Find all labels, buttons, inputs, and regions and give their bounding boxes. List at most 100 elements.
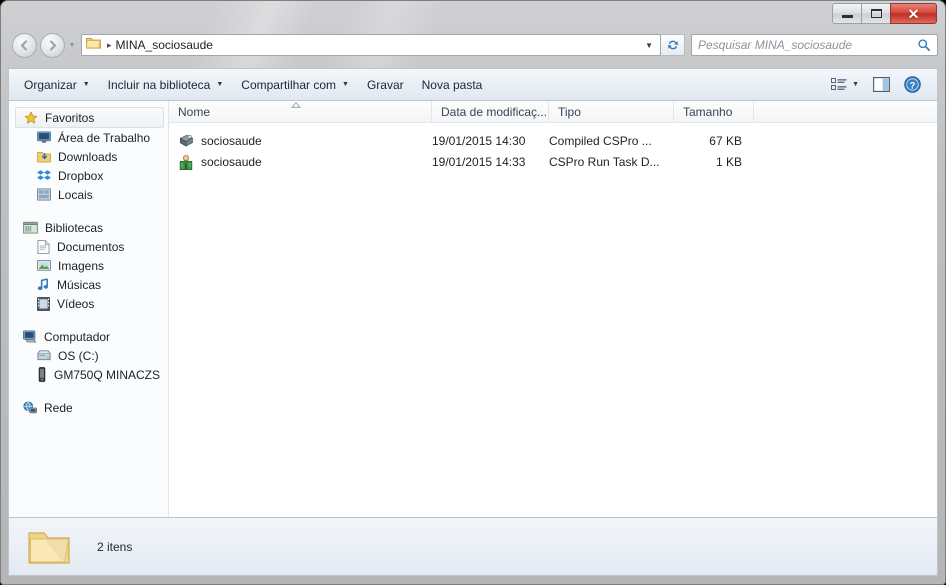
preview-pane-button[interactable] — [867, 74, 896, 95]
recent-pages-button[interactable]: ▼ — [65, 42, 79, 49]
sidebar-item-os-c[interactable]: OS (C:) — [9, 346, 168, 365]
folder-icon — [28, 531, 70, 564]
music-icon — [37, 277, 49, 290]
table-row[interactable]: sociosaude 19/01/2015 14:30 Compiled CSP… — [169, 130, 937, 151]
refresh-icon — [667, 40, 678, 50]
chevron-down-icon: ▼ — [216, 81, 224, 88]
dropbox-icon — [37, 170, 51, 180]
sidebar-item-computador[interactable]: Computador — [9, 327, 168, 346]
close-button[interactable]: ✕ — [890, 3, 937, 24]
minimize-icon — [841, 15, 853, 18]
sidebar-item-gm750q-minaczs[interactable]: GM750Q MINACZS — [9, 365, 168, 384]
folder-icon — [86, 36, 101, 54]
file-list-pane[interactable]: Nome Data de modificaç... Tipo Tamanho s… — [169, 101, 937, 517]
sidebar-item-documentos[interactable]: Documentos — [9, 237, 168, 256]
navigation-pane[interactable]: Favoritos Área de Trabalho Downloads Dro… — [9, 101, 169, 517]
search-box[interactable]: Pesquisar MINA_sociosaude — [691, 34, 938, 56]
desktop-icon — [37, 131, 51, 143]
network-icon — [23, 401, 37, 414]
sidebar-item-musicas[interactable]: Músicas — [9, 275, 168, 294]
svg-text:?: ? — [910, 80, 916, 91]
explorer-window: ✕ ▼ ▸ MINA_sociosaude ▼ Pesquisar MINA_s… — [0, 0, 946, 585]
sidebar-item-label: Computador — [44, 329, 111, 344]
column-header-tamanho[interactable]: Tamanho — [674, 101, 754, 122]
column-header-data-de-modificacao[interactable]: Data de modificaç... — [432, 101, 549, 122]
sort-ascending-icon — [291, 102, 301, 108]
sidebar-item-label: Rede — [44, 400, 73, 415]
sidebar-item-label: Imagens — [58, 258, 105, 273]
back-button[interactable] — [12, 32, 37, 58]
toolbar-button-organizar[interactable]: Organizar ▼ — [15, 74, 99, 96]
sidebar-item-dropbox[interactable]: Dropbox — [9, 166, 168, 185]
sidebar-item-rede[interactable]: Rede — [9, 398, 168, 417]
toolbar-button-compartilhar-com[interactable]: Compartilhar com ▼ — [232, 74, 358, 96]
table-row[interactable]: sociosaude 19/01/2015 14:33 CSPro Run Ta… — [169, 151, 937, 172]
close-icon: ✕ — [907, 5, 920, 22]
status-text: 2 itens — [97, 539, 133, 554]
toolbar-label: Nova pasta — [421, 77, 483, 92]
sidebar-item-label: Área de Trabalho — [58, 130, 151, 145]
harddisk-icon — [37, 350, 51, 361]
column-headers: Nome Data de modificaç... Tipo Tamanho — [169, 101, 937, 123]
pictures-icon — [37, 260, 51, 271]
sidebar-item-label: Bibliotecas — [45, 220, 104, 235]
sidebar-item-label: Vídeos — [57, 296, 95, 311]
file-rows: sociosaude 19/01/2015 14:30 Compiled CSP… — [169, 123, 937, 172]
toolbar-button-nova-pasta[interactable]: Nova pasta — [413, 74, 492, 96]
chevron-down-icon: ▼ — [342, 81, 349, 88]
toolbar-label: Incluir na biblioteca — [107, 77, 211, 92]
forward-button[interactable] — [40, 32, 65, 58]
back-arrow-icon — [20, 39, 28, 51]
refresh-button[interactable] — [661, 34, 685, 56]
search-input[interactable]: Pesquisar MINA_sociosaude — [698, 38, 917, 52]
command-toolbar: Organizar ▼ Incluir na biblioteca ▼ Comp… — [8, 68, 938, 100]
star-icon — [24, 111, 38, 124]
toolbar-button-incluir-na-biblioteca[interactable]: Incluir na biblioteca ▼ — [99, 74, 233, 96]
computer-icon — [23, 330, 37, 343]
forward-arrow-icon — [49, 39, 57, 51]
breadcrumb-path[interactable]: MINA_sociosaude — [116, 38, 213, 52]
breadcrumb-separator: ▸ — [107, 39, 112, 50]
toolbar-label: Organizar — [24, 77, 77, 92]
file-name: sociosaude — [201, 154, 262, 169]
sidebar-item-label: Documentos — [57, 239, 125, 254]
file-name-cell: sociosaude — [169, 133, 432, 148]
address-dropdown-icon[interactable]: ▼ — [645, 41, 658, 50]
sidebar-item-bibliotecas[interactable]: Bibliotecas — [9, 218, 168, 237]
address-bar[interactable]: ▸ MINA_sociosaude ▼ — [81, 34, 661, 56]
window-controls: ✕ — [832, 3, 937, 24]
sidebar-item-downloads[interactable]: Downloads — [9, 147, 168, 166]
column-label: Data de modificaç... — [441, 104, 548, 119]
column-label: Tipo — [558, 104, 581, 119]
sidebar-item-videos[interactable]: Vídeos — [9, 294, 168, 313]
sidebar-item-label: OS (C:) — [58, 348, 99, 363]
navigation-bar: ▼ ▸ MINA_sociosaude ▼ Pesquisar MINA_soc… — [8, 30, 938, 60]
minimize-button[interactable] — [832, 3, 861, 24]
file-name-cell: sociosaude — [169, 154, 432, 170]
help-icon: ? — [904, 76, 921, 93]
chevron-down-icon: ▼ — [852, 81, 859, 88]
sidebar-item-locais[interactable]: Locais — [9, 185, 168, 204]
sidebar-item-label: Downloads — [58, 149, 118, 164]
file-size: 1 KB — [715, 154, 742, 169]
maximize-button[interactable] — [861, 3, 890, 24]
content-area: Favoritos Área de Trabalho Downloads Dro… — [8, 100, 938, 518]
column-label: Nome — [178, 104, 211, 119]
phone-icon — [38, 367, 46, 382]
toolbar-button-gravar[interactable]: Gravar — [358, 74, 413, 96]
sidebar-item-favoritos[interactable]: Favoritos — [15, 107, 164, 128]
sidebar-item-imagens[interactable]: Imagens — [9, 256, 168, 275]
sidebar-item-area-de-trabalho[interactable]: Área de Trabalho — [9, 128, 168, 147]
cspro-compiled-icon — [179, 134, 194, 147]
toolbar-label: Gravar — [366, 77, 404, 92]
column-header-tipo[interactable]: Tipo — [549, 101, 674, 122]
change-view-button[interactable]: ▼ — [825, 75, 865, 94]
downloads-icon — [37, 152, 51, 163]
libraries-icon — [23, 221, 38, 234]
recent-places-icon — [37, 188, 51, 201]
sidebar-item-label: Favoritos — [45, 110, 95, 125]
chevron-down-icon: ▼ — [82, 81, 90, 88]
nav-group-rede: Rede — [9, 398, 168, 417]
help-button[interactable]: ? — [898, 73, 927, 96]
preview-pane-icon — [873, 77, 890, 92]
